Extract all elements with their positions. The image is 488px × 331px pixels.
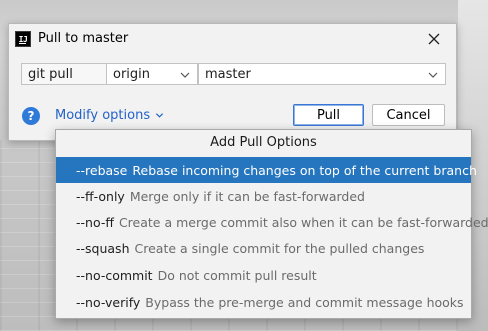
cancel-button[interactable]: Cancel <box>372 104 445 126</box>
pull-dialog: IJ Pull to master git pull origin master <box>8 23 457 141</box>
option-rebase[interactable]: --rebase Rebase incoming changes on top … <box>56 157 477 183</box>
close-button[interactable] <box>423 28 445 50</box>
help-icon: ? <box>27 109 35 123</box>
option-flag: --rebase <box>76 162 128 178</box>
option-squash[interactable]: --squash Create a single commit for the … <box>56 235 471 261</box>
option-description: Create a single commit for the pulled ch… <box>134 240 425 256</box>
pull-options-popup: Add Pull Options --rebase Rebase incomin… <box>55 129 488 319</box>
branch-value: master <box>205 66 251 82</box>
dialog-title: Pull to master <box>38 31 129 46</box>
title-bar: IJ Pull to master <box>9 24 456 54</box>
remote-value: origin <box>113 66 151 82</box>
cancel-button-label: Cancel <box>386 107 431 123</box>
option-description: Rebase incoming changes on top of the cu… <box>132 162 477 178</box>
chevron-down-icon <box>180 72 190 78</box>
help-button[interactable]: ? <box>22 107 40 125</box>
option-ff-only[interactable]: --ff-only Merge only if it can be fast-f… <box>56 183 471 209</box>
option-no-verify[interactable]: --no-verify Bypass the pre-merge and com… <box>56 289 471 315</box>
intellij-app-icon: IJ <box>15 31 31 47</box>
git-command-text: git pull <box>28 66 73 82</box>
popup-header: Add Pull Options <box>210 134 317 150</box>
close-icon <box>428 33 440 45</box>
modify-options-link[interactable]: Modify options <box>55 108 164 123</box>
option-flag: --no-commit <box>76 267 153 283</box>
option-description: Merge only if it can be fast-forwarded <box>129 188 365 204</box>
option-flag: --no-verify <box>76 294 141 310</box>
remote-select[interactable]: origin <box>106 63 198 85</box>
option-description: Create a merge commit also when it can b… <box>118 214 488 230</box>
git-command-label: git pull <box>21 63 107 85</box>
option-description: Do not commit pull result <box>157 267 317 283</box>
option-flag: --ff-only <box>76 188 125 204</box>
option-no-ff[interactable]: --no-ff Create a merge commit also when … <box>56 209 488 235</box>
modify-options-label: Modify options <box>55 108 151 123</box>
branch-select[interactable]: master <box>198 63 446 85</box>
pull-button[interactable]: Pull <box>293 104 364 126</box>
chevron-down-icon <box>428 72 438 78</box>
option-description: Bypass the pre-merge and commit message … <box>145 294 464 310</box>
pull-button-label: Pull <box>316 107 341 123</box>
option-no-commit[interactable]: --no-commit Do not commit pull result <box>56 262 471 288</box>
chevron-down-icon <box>156 113 164 118</box>
option-flag: --squash <box>76 240 130 256</box>
option-flag: --no-ff <box>76 214 114 230</box>
